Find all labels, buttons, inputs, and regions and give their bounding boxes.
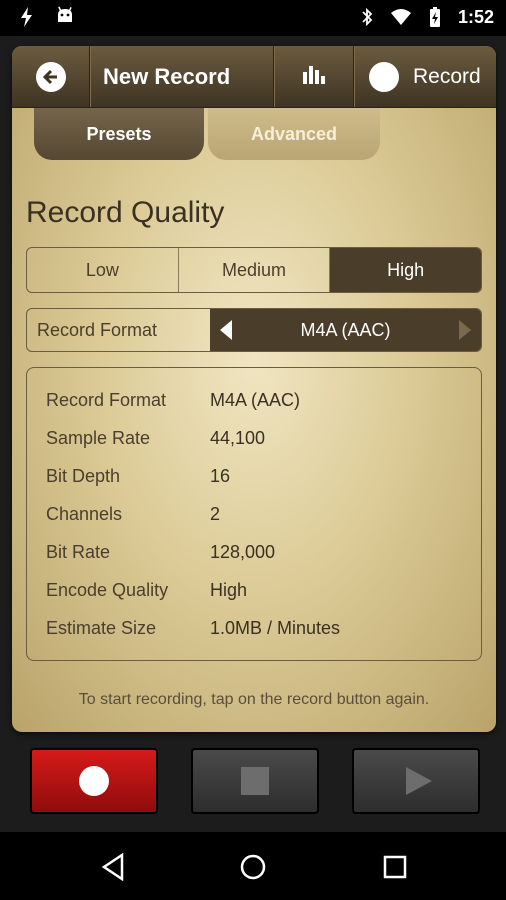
detail-value: 44,100	[210, 428, 266, 448]
detail-value: 16	[210, 466, 231, 486]
stats-button[interactable]	[274, 46, 354, 107]
format-details: Record Format M4A (AAC) Sample Rate 44,1…	[26, 367, 482, 661]
android-icon	[54, 6, 76, 28]
back-arrow-icon	[35, 61, 66, 92]
record-dot-icon	[369, 61, 399, 92]
flash-icon	[16, 6, 38, 28]
detail-key: Sample Rate	[46, 428, 151, 448]
record-circle-icon	[79, 766, 109, 796]
format-value: M4A (AAC)	[300, 319, 391, 340]
detail-value: 128,000	[210, 542, 276, 562]
header-record-label: Record	[413, 64, 481, 88]
detail-key: Bit Depth	[46, 466, 121, 486]
detail-key: Record Format	[46, 390, 167, 410]
hint-text: To start recording, tap on the record bu…	[78, 691, 430, 708]
detail-key: Estimate Size	[46, 618, 157, 638]
previous-format-icon[interactable]	[220, 320, 232, 340]
detail-row: Sample Rate 44,100	[46, 428, 466, 452]
detail-key: Channels	[46, 504, 123, 524]
nav-recents-icon[interactable]	[380, 852, 410, 882]
nav-back-icon[interactable]	[98, 852, 128, 882]
play-button[interactable]	[352, 748, 480, 814]
bluetooth-icon	[356, 6, 378, 28]
detail-row: Encode Quality High	[46, 580, 466, 604]
record-button[interactable]	[30, 748, 158, 814]
detail-value: M4A (AAC)	[210, 390, 301, 410]
quality-option-low[interactable]: Low	[27, 248, 179, 292]
tab-presets[interactable]: Presets	[34, 108, 204, 160]
detail-value: 1.0MB / Minutes	[210, 618, 341, 638]
wifi-icon	[390, 6, 412, 28]
tab-advanced[interactable]: Advanced	[208, 108, 380, 160]
play-icon	[406, 767, 432, 795]
detail-value: 2	[210, 504, 221, 524]
bar-chart-icon	[301, 62, 327, 91]
detail-row: Estimate Size 1.0MB / Minutes	[46, 618, 466, 642]
record-format-label: Record Format	[37, 319, 158, 340]
detail-row: Bit Rate 128,000	[46, 542, 466, 566]
header: New Record Record	[12, 46, 496, 108]
battery-icon	[424, 6, 446, 28]
detail-row: Channels 2	[46, 504, 466, 528]
title-area: New Record	[90, 46, 274, 107]
next-format-icon[interactable]	[459, 320, 471, 340]
back-button[interactable]	[12, 46, 90, 107]
navigation-bar	[0, 832, 506, 900]
format-picker: M4A (AAC)	[210, 309, 481, 351]
status-bar: 1:52	[0, 0, 506, 36]
record-panel: New Record Record Presets Advanced Recor…	[12, 46, 496, 732]
stop-icon	[241, 767, 269, 795]
stop-button[interactable]	[191, 748, 319, 814]
page-title: New Record	[103, 63, 231, 89]
quality-segmented-control: Low Medium High	[26, 247, 482, 293]
detail-row: Record Format M4A (AAC)	[46, 390, 466, 414]
nav-home-icon[interactable]	[238, 852, 268, 882]
record-format-selector: Record Format M4A (AAC)	[26, 308, 482, 352]
detail-value: High	[210, 580, 248, 600]
quality-option-medium[interactable]: Medium	[179, 248, 331, 292]
header-record-button[interactable]: Record	[354, 46, 496, 107]
clock: 1:52	[457, 6, 494, 27]
quality-option-high[interactable]: High	[330, 248, 481, 292]
detail-key: Encode Quality	[46, 580, 169, 600]
section-title: Record Quality	[26, 196, 225, 229]
detail-row: Bit Depth 16	[46, 466, 466, 490]
detail-key: Bit Rate	[46, 542, 111, 562]
